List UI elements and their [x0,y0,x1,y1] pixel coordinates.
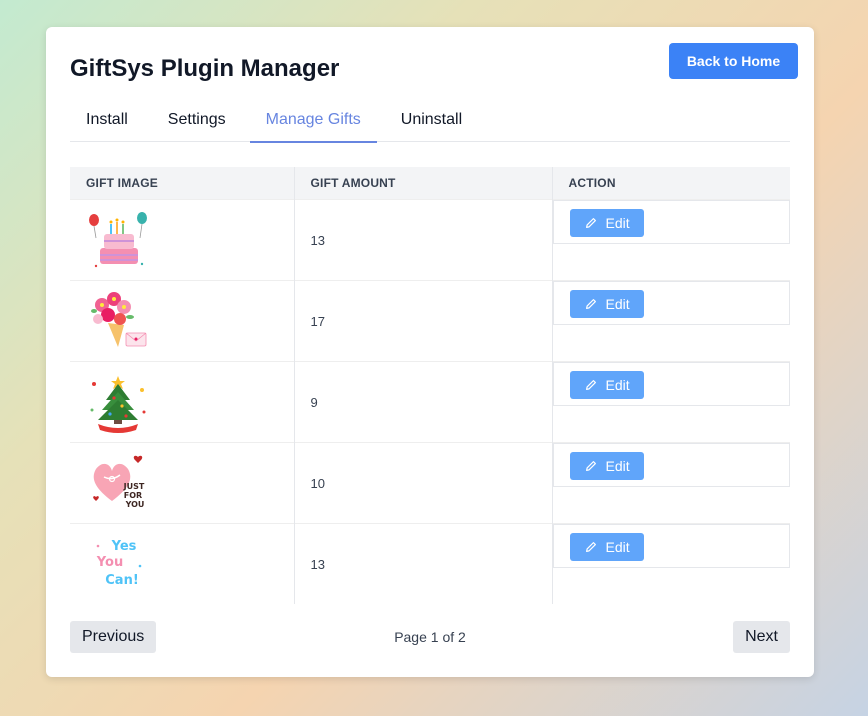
tab-settings[interactable]: Settings [152,103,242,141]
action-cell: Edit [552,523,790,604]
table-row: Yes You Can! 13 Edit [70,523,790,604]
yes-text: Yes [111,539,137,554]
pencil-icon [585,542,596,552]
page-title: GiftSys Plugin Manager [70,55,340,82]
action-box: Edit [552,200,790,244]
edit-button[interactable]: Edit [569,371,644,399]
tab-uninstall[interactable]: Uninstall [385,103,478,141]
gift-amount-cell: 13 [294,523,553,604]
action-box: Edit [552,443,790,487]
edit-button[interactable]: Edit [569,209,644,237]
heart-text-for: FOR [124,491,142,500]
action-cell: Edit [552,199,790,281]
christmas-tree-image [90,376,146,433]
gift-image-cell [70,361,295,443]
can-text: Can! [105,573,139,588]
table-row: 9 Edit [70,361,790,443]
table-row: 17 Edit [70,280,790,362]
plugin-manager-card: GiftSys Plugin Manager Back to Home Inst… [46,27,814,677]
gift-amount-cell: 9 [294,361,553,443]
pencil-icon [585,461,596,471]
next-page-button[interactable]: Next [733,621,790,653]
flower-bouquet-image [91,292,147,347]
action-box: Edit [552,281,790,325]
action-cell: Edit [552,361,790,443]
gift-image-cell [70,199,295,281]
pencil-icon [585,380,596,390]
heart-text-just: JUST [123,482,145,491]
tab-install[interactable]: Install [70,103,144,141]
column-header-action: ACTION [552,167,790,200]
gift-amount-cell: 13 [294,199,553,281]
page-indicator: Page 1 of 2 [394,629,466,645]
edit-button-label: Edit [605,458,630,474]
column-header-gift-amount: GIFT AMOUNT [294,167,553,200]
edit-button[interactable]: Edit [569,533,644,561]
gift-amount-cell: 10 [294,442,553,524]
heart-text-you: YOU [125,500,145,509]
heart-just-for-you-image: JUST FOR YOU [93,455,145,509]
edit-button-label: Edit [605,539,630,555]
edit-button-label: Edit [605,215,630,231]
you-text: You [96,555,123,570]
pencil-icon [585,218,596,228]
yes-you-can-image: Yes You Can! [96,539,142,588]
edit-button-label: Edit [605,377,630,393]
edit-button-label: Edit [605,296,630,312]
action-box: Edit [552,524,790,568]
action-cell: Edit [552,280,790,362]
action-cell: Edit [552,442,790,524]
birthday-cake-image [89,212,147,268]
tab-bar: Install Settings Manage Gifts Uninstall [70,103,790,143]
gift-image-cell: Yes You Can! [70,523,295,604]
table-row: JUST FOR YOU 10 Edit [70,442,790,524]
gift-image-cell: JUST FOR YOU [70,442,295,524]
tab-manage-gifts[interactable]: Manage Gifts [249,103,377,143]
column-header-gift-image: GIFT IMAGE [70,167,295,200]
gift-amount-cell: 17 [294,280,553,362]
edit-button[interactable]: Edit [569,290,644,318]
action-box: Edit [552,362,790,406]
edit-button[interactable]: Edit [569,452,644,480]
pencil-icon [585,299,596,309]
table-header-row: GIFT IMAGE GIFT AMOUNT ACTION [70,167,790,200]
back-to-home-button[interactable]: Back to Home [669,43,798,79]
gift-image-cell [70,280,295,362]
table-row: 13 Edit [70,199,790,281]
gifts-table: GIFT IMAGE GIFT AMOUNT ACTION 13 Edit 17… [70,167,790,604]
